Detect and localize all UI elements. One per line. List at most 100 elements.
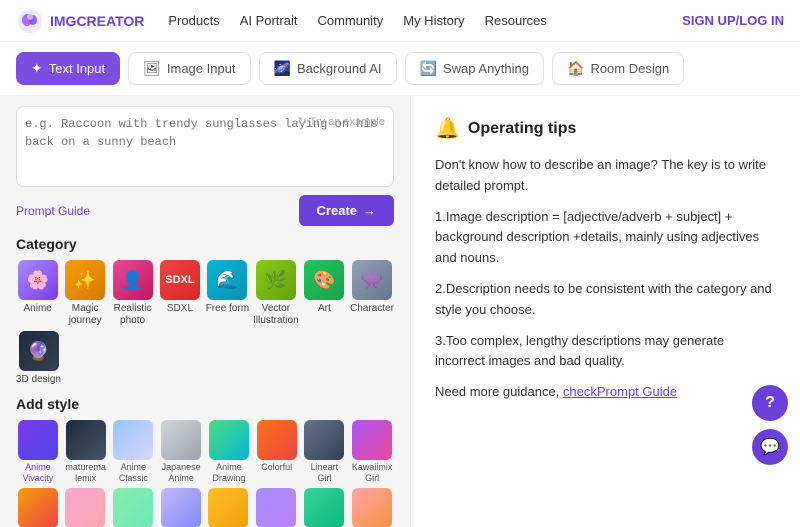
chat-icon: 💬 xyxy=(760,437,780,457)
try-example-button[interactable]: ↻ Try an example xyxy=(298,115,385,128)
cat-journey-thumb: ✨ xyxy=(65,260,105,300)
cat-art-thumb: 🎨 xyxy=(304,260,344,300)
style-mooncute-girl[interactable]: Mooncute Girl xyxy=(111,488,155,527)
tab-image-input[interactable]: 🖼 Image Input xyxy=(128,52,250,85)
cat-3d-design[interactable]: 🔮 3D design xyxy=(16,331,61,386)
cat-3d-thumb: 🔮 xyxy=(19,331,59,371)
style-grid-row1: Anime Vivacity maturema lemix Anime Clas… xyxy=(16,420,394,484)
prompt-area: ↻ Try an example xyxy=(16,106,394,187)
style-lineart-girl[interactable]: Lineart Girl xyxy=(303,420,347,484)
style-anime-drawing[interactable]: Anime Drawing xyxy=(207,420,251,484)
cat-character-thumb: 👾 xyxy=(352,260,392,300)
style-thumb-3 xyxy=(113,420,153,460)
tips-tip1: 1.Image description = [adjective/adverb … xyxy=(435,207,776,269)
style-thumb-5 xyxy=(209,420,249,460)
style-label-1: Anime Vivacity xyxy=(16,462,60,484)
style-thumb-1 xyxy=(18,420,58,460)
style-anime-classic[interactable]: Anime Classic xyxy=(112,420,156,484)
tips-intro: Don't know how to describe an image? The… xyxy=(435,155,776,197)
tips-tip3: 3.Too complex, lengthy descriptions may … xyxy=(435,331,776,373)
help-button[interactable]: ? xyxy=(752,385,788,421)
style-thumb-2 xyxy=(66,420,106,460)
signup-button[interactable]: SIGN UP/LOG IN xyxy=(682,13,784,28)
nav-products[interactable]: Products xyxy=(168,13,219,28)
prompt-guide-link-2[interactable]: checkPrompt Guide xyxy=(563,384,677,399)
nav-resources[interactable]: Resources xyxy=(485,13,547,28)
logo: IMGCREATOR xyxy=(16,7,144,35)
cat-sdxl[interactable]: SDXL SDXL xyxy=(158,260,201,327)
style-thumb-4 xyxy=(161,420,201,460)
style-kawaiimix-girl[interactable]: Kawaiimix Girl xyxy=(350,420,394,484)
nav-community[interactable]: Community xyxy=(317,13,383,28)
style-label-2: maturema lemix xyxy=(64,462,108,484)
style-bloom[interactable]: Bloom xyxy=(350,488,394,527)
style-ukiyo-e[interactable]: Ukiyo-e xyxy=(207,488,251,527)
cat-realistic-label: Realistic photo xyxy=(111,303,154,327)
tips-header: 🔔 Operating tips xyxy=(435,116,776,141)
cat-art-label: Art xyxy=(318,303,331,315)
prompt-guide-link[interactable]: Prompt Guide xyxy=(16,204,90,218)
logo-icon xyxy=(16,7,44,35)
tab-swap-anything[interactable]: 🔄 Swap Anything xyxy=(405,52,544,85)
cat-character[interactable]: 👾 Character xyxy=(350,260,394,327)
style-camelliami[interactable]: CamelliaMi x_2 xyxy=(302,488,347,527)
header: IMGCREATOR Products AI Portrait Communit… xyxy=(0,0,800,42)
cat-magic-journey[interactable]: ✨ Magic journey xyxy=(63,260,106,327)
style-thumb-8 xyxy=(352,420,392,460)
main-nav: Products AI Portrait Community My Histor… xyxy=(168,13,682,28)
style-thumb-7 xyxy=(304,420,344,460)
cat-realistic-photo[interactable]: 👤 Realistic photo xyxy=(111,260,154,327)
cat-vector-thumb: 🌿 xyxy=(256,260,296,300)
float-buttons: ? 💬 xyxy=(752,385,788,465)
cat-anime-thumb: 🌸 xyxy=(18,260,58,300)
style-label-8: Kawaiimix Girl xyxy=(350,462,394,484)
cat-3d-label: 3D design xyxy=(16,374,61,386)
cat-freeform[interactable]: 🌊 Free form xyxy=(206,260,249,327)
swap-anything-icon: 🔄 xyxy=(420,60,437,77)
cat-anime-label: Anime xyxy=(24,303,52,315)
style-thumb-16 xyxy=(352,488,392,527)
style-japanese-anime[interactable]: Japanese Anime xyxy=(159,420,203,484)
style-grid-row2: Anime Art Fairy Girl Mooncute Girl Chibi… xyxy=(16,488,394,527)
cat-freeform-thumb: 🌊 xyxy=(207,260,247,300)
create-button[interactable]: Create xyxy=(299,195,394,226)
cat-journey-label: Magic journey xyxy=(63,303,106,327)
style-label-4: Japanese Anime xyxy=(159,462,203,484)
right-panel: 🔔 Operating tips Don't know how to descr… xyxy=(410,96,800,527)
style-maturema[interactable]: maturema lemix xyxy=(64,420,108,484)
cat-anime[interactable]: 🌸 Anime xyxy=(16,260,59,327)
style-thumb-14 xyxy=(256,488,296,527)
style-thumb-13 xyxy=(208,488,248,527)
cat-vector[interactable]: 🌿 Vector Illustration xyxy=(253,260,299,327)
nav-my-history[interactable]: My History xyxy=(403,13,464,28)
bell-icon: 🔔 xyxy=(435,116,460,141)
style-thumb-6 xyxy=(257,420,297,460)
style-thumb-11 xyxy=(113,488,153,527)
style-chibi-girl[interactable]: Chibi Girl xyxy=(159,488,203,527)
cat-realistic-thumb: 👤 xyxy=(113,260,153,300)
style-label-6: Colorful xyxy=(261,462,292,473)
image-input-icon: 🖼 xyxy=(143,60,161,77)
style-anime-art[interactable]: Anime Art xyxy=(16,488,60,527)
chat-button[interactable]: 💬 xyxy=(752,429,788,465)
tab-text-input[interactable]: ✦ Text Input xyxy=(16,52,120,85)
style-fairy-girl[interactable]: Fairy Girl xyxy=(64,488,108,527)
logo-text: IMGCREATOR xyxy=(50,13,144,29)
style-label-7: Lineart Girl xyxy=(303,462,347,484)
cat-art[interactable]: 🎨 Art xyxy=(303,260,346,327)
background-ai-icon: 🌌 xyxy=(274,60,291,77)
style-thumb-10 xyxy=(65,488,105,527)
tab-background-ai[interactable]: 🌌 Background AI xyxy=(259,52,397,85)
style-anime-vivacity[interactable]: Anime Vivacity xyxy=(16,420,60,484)
nav-ai-portrait[interactable]: AI Portrait xyxy=(240,13,298,28)
category-title: Category xyxy=(16,236,394,252)
style-cardiology[interactable]: Cardiology xyxy=(254,488,298,527)
left-panel: ↻ Try an example Prompt Guide Create Cat… xyxy=(0,96,410,527)
style-thumb-15 xyxy=(304,488,344,527)
tab-room-design[interactable]: 🏠 Room Design xyxy=(552,52,684,85)
style-colorful[interactable]: Colorful xyxy=(255,420,299,484)
style-label-3: Anime Classic xyxy=(112,462,156,484)
tips-body: Don't know how to describe an image? The… xyxy=(435,155,776,403)
style-label-5: Anime Drawing xyxy=(207,462,251,484)
tips-title: Operating tips xyxy=(468,120,576,138)
